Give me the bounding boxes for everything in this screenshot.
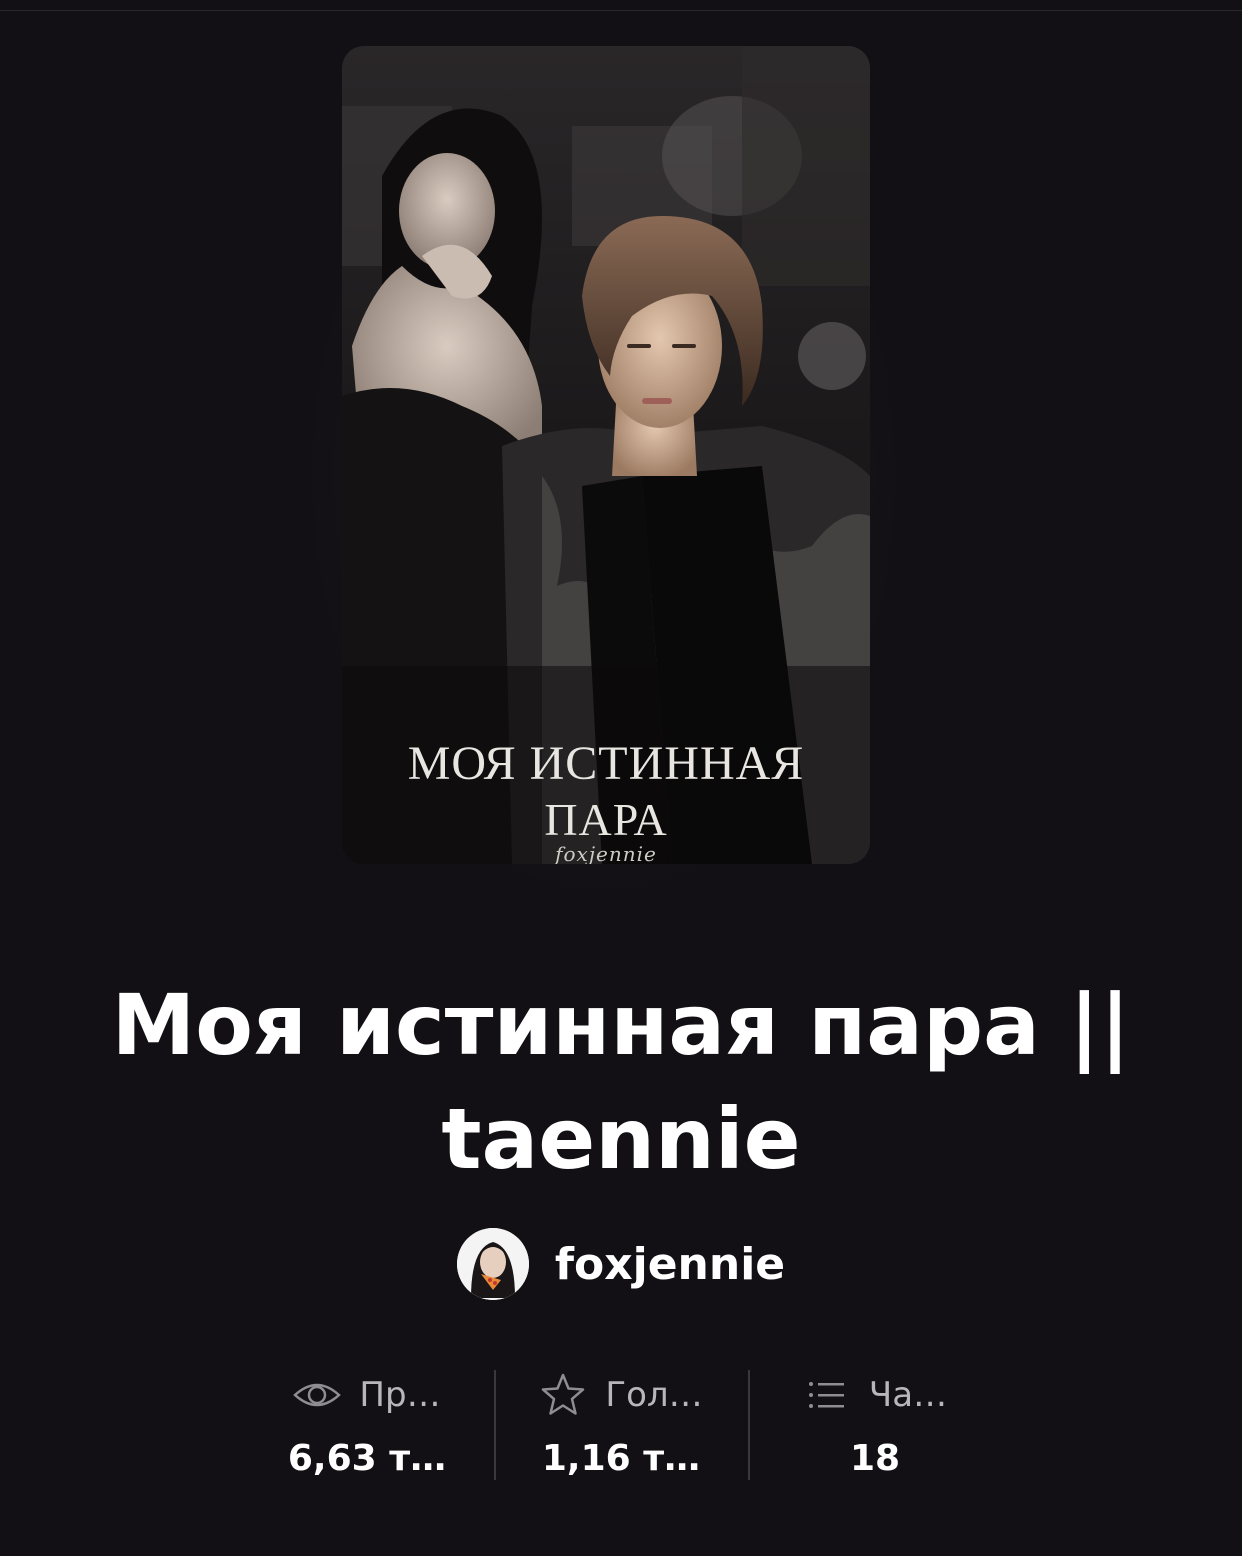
cover-title-line-1: МОЯ ИСТИННАЯ (407, 737, 805, 790)
cover-author-signature: foxjennie (555, 842, 657, 864)
avatar[interactable] (456, 1228, 529, 1300)
avatar-image (456, 1228, 529, 1300)
stat-reads: Пр… 6,63 т… (240, 1368, 494, 1480)
cover-title-line-2: ПАРА (544, 794, 668, 845)
stat-votes-value: 1,16 т… (541, 1438, 701, 1479)
stat-votes-label: Гол… (605, 1375, 703, 1415)
list-icon (803, 1371, 851, 1419)
stat-reads-value: 6,63 т… (287, 1438, 447, 1479)
stat-votes: Гол… 1,16 т… (494, 1368, 748, 1480)
cover-title: МОЯ ИСТИННАЯ ПАРА foxjennie (342, 736, 870, 864)
stat-parts: Ча… 18 (748, 1368, 1002, 1480)
stat-parts-value: 18 (849, 1438, 901, 1479)
top-divider (0, 0, 1242, 11)
author-name[interactable]: foxjennie (555, 1239, 785, 1290)
author-link[interactable]: foxjennie (0, 1228, 1242, 1300)
story-title: Моя истинная пара || taennie (111, 976, 1131, 1188)
story-stats: Пр… 6,63 т… Гол… 1,16 т… Ча… 18 (240, 1368, 1002, 1480)
stat-reads-label: Пр… (359, 1375, 441, 1415)
star-icon (539, 1371, 587, 1419)
eye-icon (293, 1371, 342, 1419)
story-cover[interactable]: МОЯ ИСТИННАЯ ПАРА foxjennie (342, 46, 870, 864)
stat-parts-label: Ча… (868, 1375, 948, 1415)
